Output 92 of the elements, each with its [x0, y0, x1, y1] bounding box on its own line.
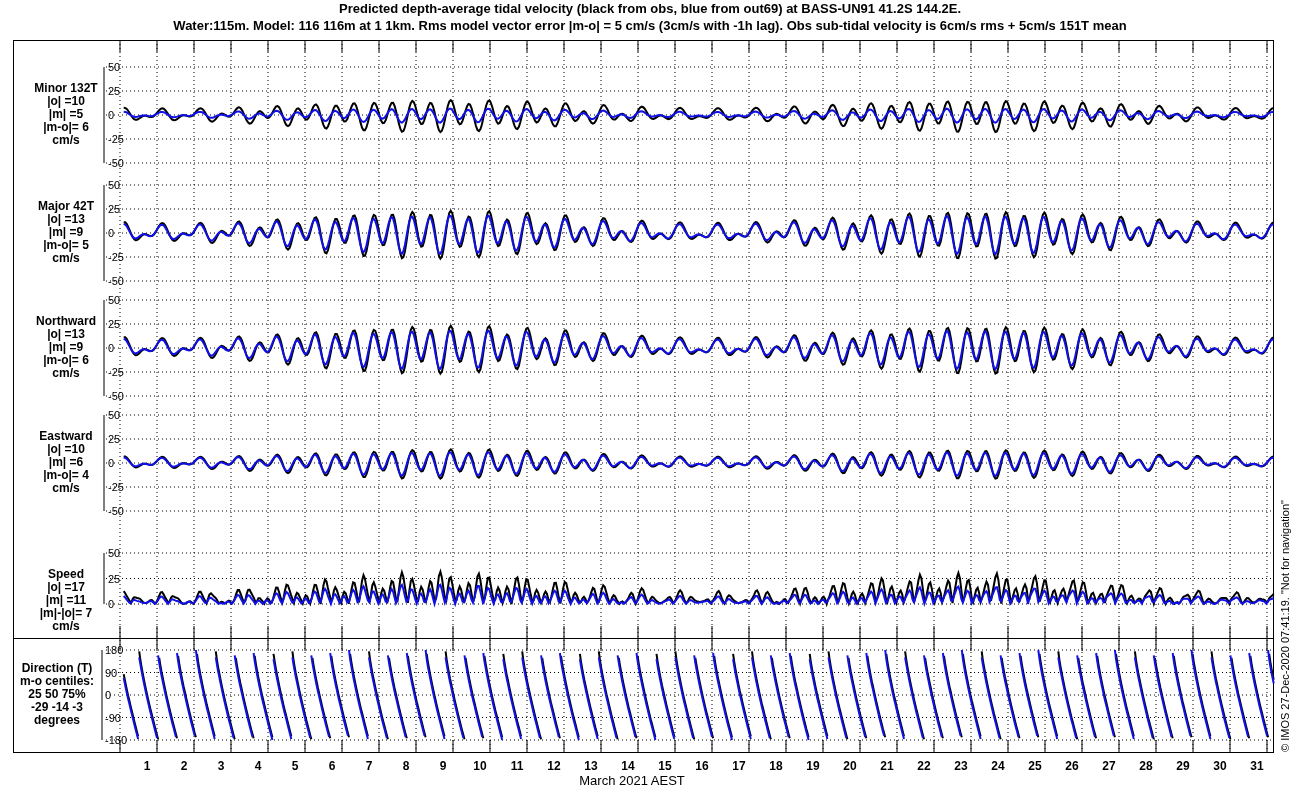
- axis-tick-label: 50: [108, 294, 121, 306]
- axis-tick-label: 27: [1102, 759, 1116, 773]
- panel-label: |o| =17: [47, 580, 85, 594]
- axis-tick-label: -25: [108, 133, 124, 145]
- panel-label: |o| =13: [47, 327, 85, 341]
- axis-tick-label: 10: [473, 759, 487, 773]
- axis-tick-label: 19: [806, 759, 820, 773]
- panel-label: Speed: [48, 567, 84, 581]
- axis-tick-label: -180: [105, 734, 128, 746]
- axis-tick-label: -25: [108, 251, 124, 263]
- panel-label: -29 -14 -3: [31, 700, 83, 714]
- axis-tick-label: 7: [365, 759, 373, 773]
- chart-subtitle: Water:115m. Model: 116 116m at 1 1km. Rms model vector error |m-o| = 5 cm/s (3cm/s with -1h lag). Obs sub-tidal velocity is 6cm/s rms + 5cm/s 151T mean: [173, 18, 1127, 33]
- panel-label: cm/s: [52, 251, 80, 265]
- axis-tick-label: 8: [402, 759, 410, 773]
- axis-tick-label: 28: [1139, 759, 1153, 773]
- axis-tick-label: 14: [621, 759, 635, 773]
- panel-label: Direction (T): [21, 661, 93, 675]
- axis-tick-label: 0: [108, 342, 115, 354]
- axis-tick-label: 0: [108, 457, 115, 469]
- panel-label: |m-o|= 6: [43, 120, 89, 134]
- panel-label: m-o centiles:: [20, 674, 94, 688]
- panel-label: |m| =9: [48, 340, 84, 354]
- axis-tick-label: 0: [108, 109, 115, 121]
- axis-tick-label: 50: [108, 409, 121, 421]
- panel-label: cm/s: [52, 366, 80, 380]
- panel-label: |m| =6: [48, 455, 84, 469]
- panel-label: Major 42T: [38, 199, 94, 213]
- axis-tick-label: 50: [108, 61, 121, 73]
- axis-tick-label: 20: [843, 759, 857, 773]
- axis-tick-label: 5: [291, 759, 299, 773]
- panel-label: 25 50 75%: [28, 687, 86, 701]
- axis-tick-label: 21: [880, 759, 894, 773]
- chart-title: Predicted depth-average tidal velocity (black from obs, blue from out69) at BASS-UN91 41.2S 144.2E.: [339, 1, 961, 16]
- axis-title: March 2021 AEST: [579, 773, 685, 788]
- axis-tick-label: 22: [917, 759, 931, 773]
- panel-label: cm/s: [52, 619, 80, 633]
- axis-tick-label: 3: [217, 759, 225, 773]
- axis-tick-label: -50: [108, 275, 124, 287]
- axis-tick-label: -90: [105, 711, 121, 724]
- axis-tick-label: 24: [991, 759, 1005, 773]
- axis-tick-label: 9: [439, 759, 447, 773]
- axis-tick-label: 4: [254, 759, 262, 773]
- axis-tick-label: 16: [695, 759, 709, 773]
- axis-tick-label: -50: [108, 505, 124, 517]
- axis-tick-label: 30: [1213, 759, 1227, 773]
- axis-tick-label: 25: [108, 203, 121, 215]
- axis-tick-label: 1: [143, 759, 151, 773]
- axis-tick-label: 25: [108, 85, 121, 97]
- panel-label: Eastward: [39, 429, 93, 443]
- panel-label: Minor 132T: [34, 81, 98, 95]
- axis-tick-label: -50: [108, 390, 124, 402]
- axis-tick-label: 12: [547, 759, 561, 773]
- panel-label: |o| =13: [47, 212, 85, 226]
- axis-tick-label: 25: [108, 572, 121, 585]
- panel-label: degrees: [34, 713, 80, 727]
- axis-tick-label: 26: [1065, 759, 1079, 773]
- panel-label: |m| =9: [48, 225, 84, 239]
- panel-label: |o| =10: [47, 94, 85, 108]
- credit-text: © IMOS 27-Dec-2020 07:41:19. "Not for navigation": [1279, 500, 1291, 752]
- axis-tick-label: 15: [658, 759, 672, 773]
- axis-tick-label: -50: [108, 157, 124, 169]
- axis-tick-label: 23: [954, 759, 968, 773]
- axis-tick-label: 25: [108, 318, 121, 330]
- axis-tick-label: 25: [108, 433, 121, 445]
- axis-tick-label: 17: [732, 759, 746, 773]
- axis-tick-label: 6: [328, 759, 336, 773]
- panel-label: |m-o|= 5: [43, 238, 89, 252]
- axis-tick-label: 2: [180, 759, 188, 773]
- axis-tick-label: 13: [584, 759, 598, 773]
- axis-tick-label: 0: [105, 689, 112, 701]
- panel-label: |m-o|= 6: [43, 353, 89, 367]
- axis-tick-label: 29: [1176, 759, 1190, 773]
- axis-tick-label: 11: [510, 759, 524, 773]
- axis-tick-label: 180: [105, 644, 124, 656]
- axis-tick-label: -25: [108, 366, 124, 378]
- panel-label: |o| =10: [47, 442, 85, 456]
- panel-label: |m| =5: [48, 107, 84, 121]
- axis-tick-label: 31: [1250, 759, 1264, 773]
- axis-tick-label: -25: [108, 481, 124, 493]
- panel-label: Northward: [36, 314, 96, 328]
- axis-tick-label: 18: [769, 759, 783, 773]
- panel-label: |m| =11: [45, 593, 87, 607]
- panel-label: cm/s: [52, 481, 80, 495]
- panel-label: |m-o|= 4: [43, 468, 89, 482]
- panel-label: cm/s: [52, 133, 80, 147]
- axis-tick-label: 50: [108, 547, 121, 559]
- axis-tick-label: 25: [1028, 759, 1042, 773]
- axis-tick-label: 0: [108, 598, 115, 610]
- axis-tick-label: 50: [108, 179, 121, 191]
- axis-tick-label: 0: [108, 227, 115, 239]
- panel-label: |m|-|o|= 7: [39, 606, 93, 620]
